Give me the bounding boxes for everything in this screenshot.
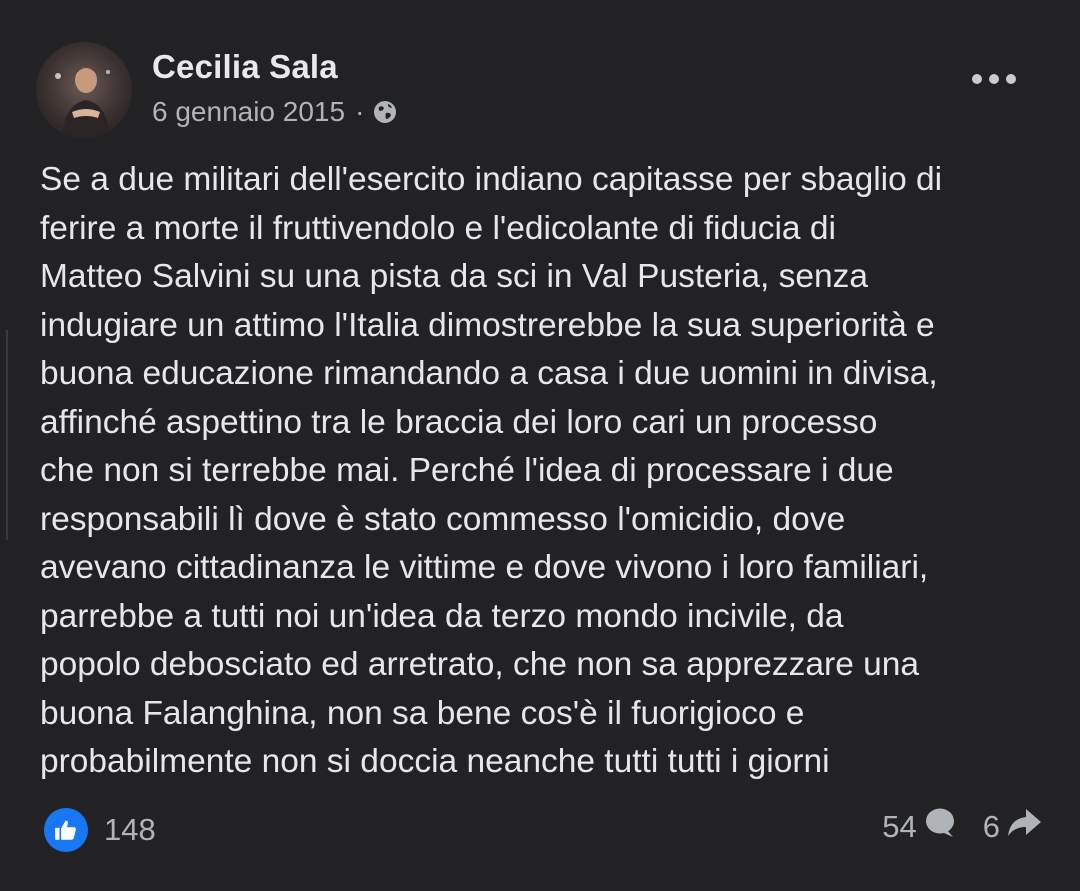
thumbs-up-icon <box>44 808 88 852</box>
facebook-post: Cecilia Sala 6 gennaio 2015 · Se a due m… <box>0 0 1080 891</box>
share-icon <box>1006 807 1042 847</box>
comment-icon <box>923 806 957 848</box>
author-name[interactable]: Cecilia Sala <box>152 48 338 86</box>
globe-icon[interactable] <box>372 99 398 125</box>
post-text: Se a due militari dell'esercito indiano … <box>40 161 943 780</box>
post-meta: 6 gennaio 2015 · <box>152 96 398 128</box>
meta-separator: · <box>355 96 365 127</box>
shares-count: 6 <box>982 809 1000 844</box>
reactions-summary[interactable]: 148 <box>44 808 156 852</box>
avatar[interactable] <box>36 42 132 138</box>
post-date[interactable]: 6 gennaio 2015 <box>152 96 345 128</box>
edge-divider <box>6 330 8 540</box>
engagement-stats: 54 6 <box>882 806 1042 848</box>
shares-count-link[interactable]: 6 <box>983 807 1042 847</box>
likes-count: 148 <box>104 812 156 847</box>
comments-count: 54 <box>882 809 917 844</box>
comments-count-link[interactable]: 54 <box>882 806 956 848</box>
avatar-photo <box>55 67 110 138</box>
more-options-icon[interactable] <box>972 68 1016 90</box>
